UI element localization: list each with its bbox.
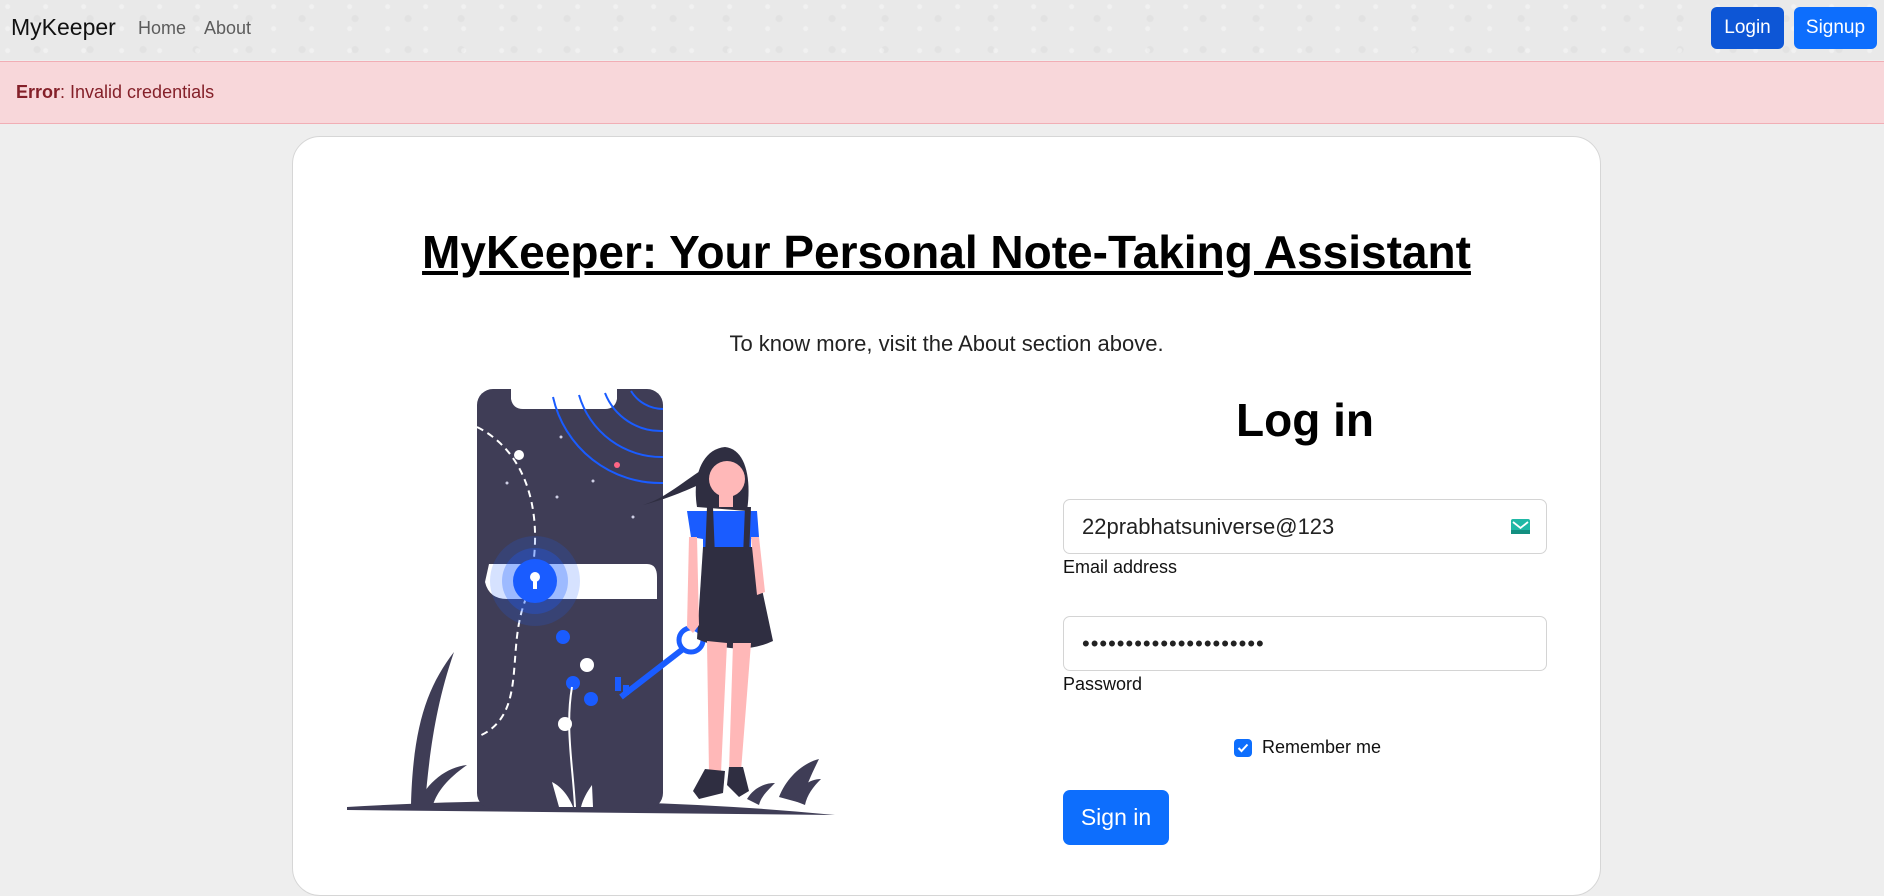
remember-me-checkbox-group[interactable]: Remember me [1234,737,1381,758]
remember-me-checkbox[interactable] [1234,738,1252,757]
navbar: MyKeeper Home About Login Signup [0,0,1884,60]
login-button[interactable]: Login [1711,7,1784,49]
password-label: Password [1063,674,1143,694]
nav-link-about[interactable]: About [204,18,251,39]
alert-prefix: Error [16,82,61,102]
password-field[interactable] [1063,616,1547,671]
signup-button[interactable]: Signup [1794,7,1877,49]
page-title: MyKeeper: Your Personal Note-Taking Assi… [422,226,1471,278]
password-input[interactable] [1082,617,1482,670]
error-alert: Error: Invalid credentials [0,61,1884,124]
envelope-icon [1511,519,1530,534]
nav-link-home[interactable]: Home [138,18,186,39]
login-card: MyKeeper: Your Personal Note-Taking Assi… [292,136,1601,896]
email-field[interactable] [1063,499,1547,554]
email-label: Email address [1063,557,1178,577]
check-icon [1237,743,1249,752]
email-input[interactable] [1082,500,1482,553]
page-subtitle: To know more, visit the About section ab… [729,331,1164,356]
sign-in-button[interactable]: Sign in [1063,790,1169,845]
remember-me-label: Remember me [1262,737,1382,757]
secure-login-illustration [347,387,835,815]
alert-message: : Invalid credentials [60,82,215,102]
brand-logo[interactable]: MyKeeper [11,14,116,41]
login-form-title: Log in [1236,394,1374,446]
